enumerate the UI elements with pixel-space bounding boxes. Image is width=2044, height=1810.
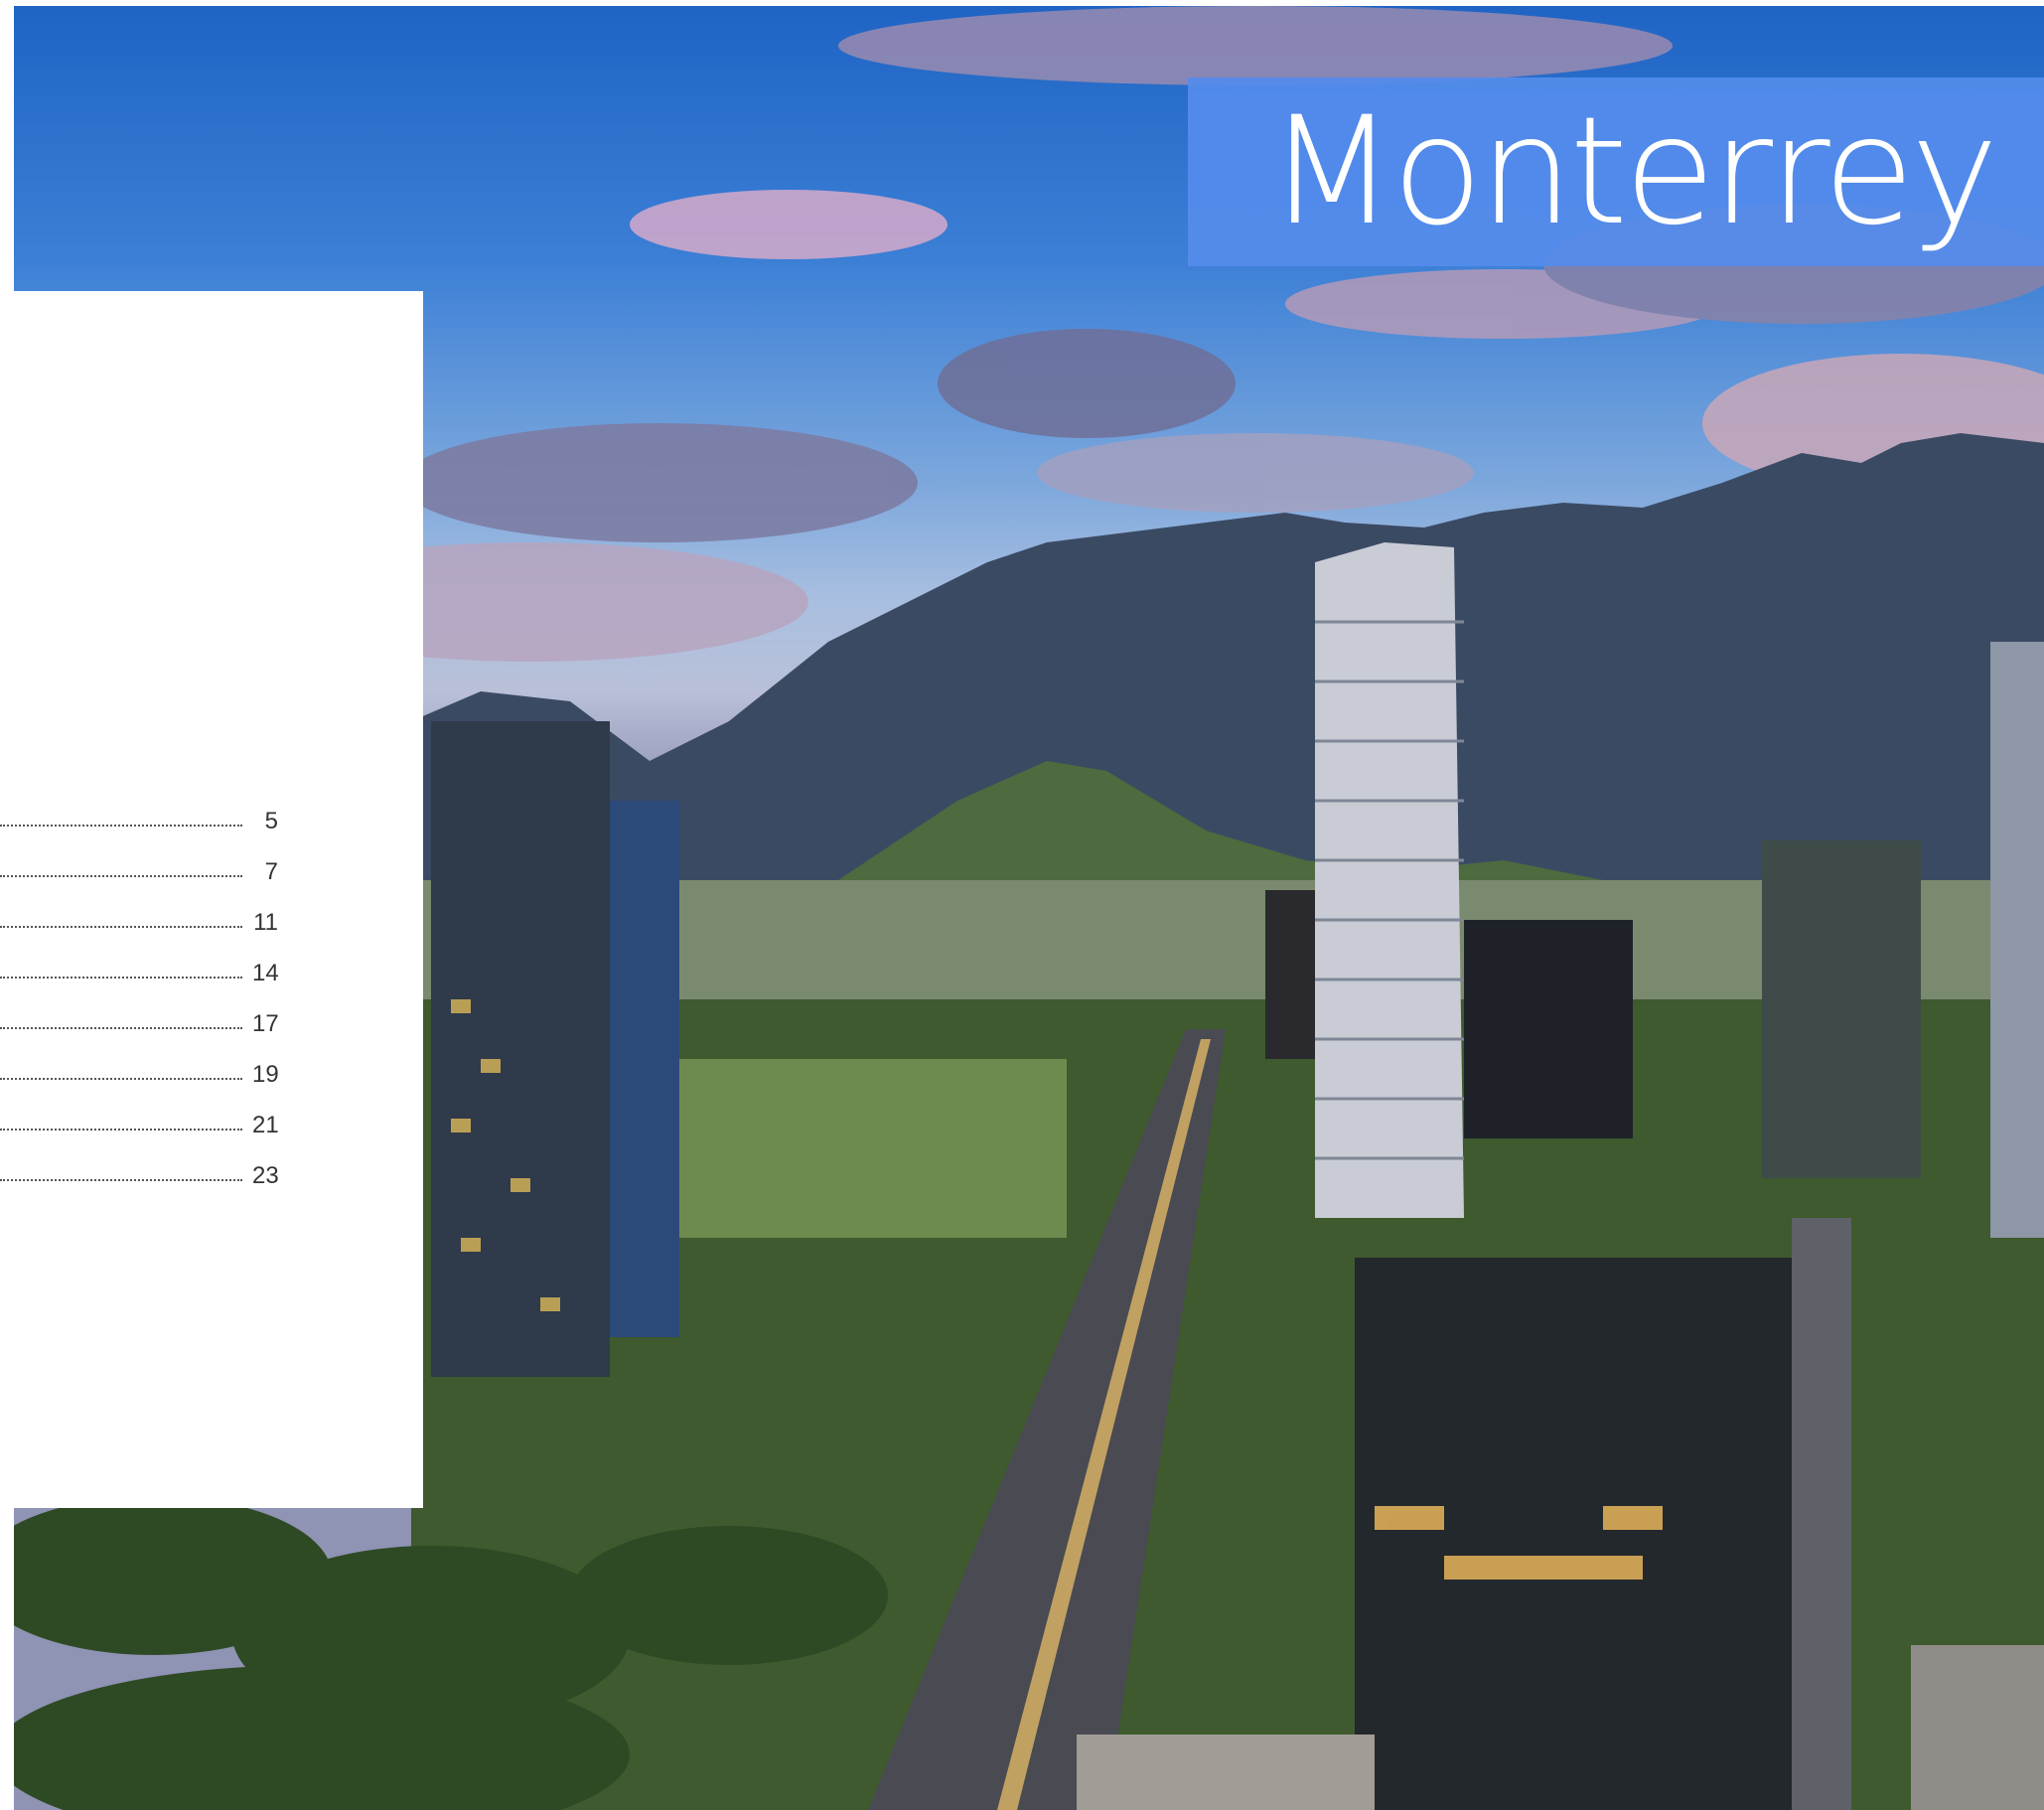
toc-dot-leader <box>0 1058 242 1080</box>
toc-item[interactable]: 5 <box>0 788 278 838</box>
toc-item[interactable]: 19 <box>0 1041 279 1092</box>
foreground-building-side <box>1792 1218 1851 1810</box>
right-tower-construction <box>1762 840 1921 1178</box>
bottom-rooftop <box>1077 1735 1375 1810</box>
toc-page-number: 17 <box>252 1010 279 1037</box>
page-title: Monterrey <box>1267 85 1998 258</box>
toc-page-number: 11 <box>253 909 278 936</box>
golf-course <box>650 1059 1067 1238</box>
toc-page-number: 7 <box>264 858 278 885</box>
toc-dot-leader <box>0 1109 242 1131</box>
toc-page-number: 21 <box>252 1112 279 1138</box>
foreground-glass-building <box>1355 1258 1792 1810</box>
toc-page-number: 19 <box>252 1061 279 1088</box>
toc-dot-leader <box>0 1007 242 1029</box>
toc-item[interactable]: 23 <box>0 1142 279 1193</box>
toc-page-number: 5 <box>264 808 278 834</box>
toc-dot-leader <box>0 805 242 827</box>
toc-item[interactable]: 7 <box>0 838 278 889</box>
central-tower <box>1315 542 1464 1218</box>
toc-dot-leader <box>0 906 242 928</box>
right-edge-tower <box>1990 642 2044 1238</box>
toc-page-number: 23 <box>252 1162 279 1189</box>
toc-item[interactable]: 11 <box>0 889 278 940</box>
toc-item[interactable]: 21 <box>0 1092 279 1142</box>
toc-page-number: 14 <box>252 960 279 986</box>
toc-dot-leader <box>0 1159 242 1181</box>
toc-dot-leader <box>0 855 242 877</box>
corner-building <box>1911 1645 2044 1810</box>
left-tower-blue <box>610 801 679 1337</box>
toc-panel: 5 7 11 14 17 19 21 23 <box>0 291 423 1508</box>
dark-office-block <box>1464 920 1633 1138</box>
left-tower <box>431 721 610 1377</box>
toc-item[interactable]: 14 <box>0 940 279 990</box>
toc-item[interactable]: 17 <box>0 990 279 1041</box>
small-dark-tower <box>1265 890 1315 1059</box>
title-banner: Monterrey <box>1188 77 2044 266</box>
toc-dot-leader <box>0 957 242 979</box>
toc-list: 5 7 11 14 17 19 21 23 <box>0 788 279 1193</box>
